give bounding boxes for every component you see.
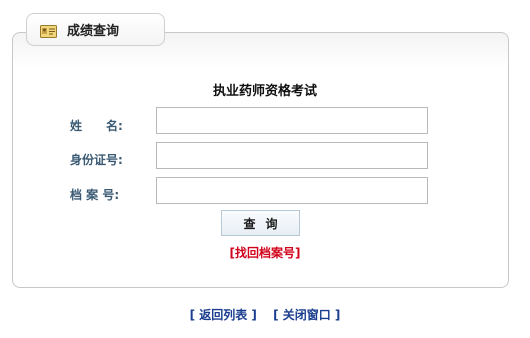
back-to-list-link[interactable]: [ 返回列表 ] — [190, 308, 257, 322]
form-title: 执业药师资格考试 — [212, 84, 317, 99]
name-input[interactable] — [156, 107, 428, 134]
id-card-icon — [40, 23, 57, 38]
tab-score-query[interactable]: 成绩查询 — [26, 13, 165, 46]
tab-label: 成绩查询 — [67, 24, 120, 39]
footer-links: [ 返回列表 ] [ 关闭窗口 ] — [0, 306, 530, 323]
query-button[interactable]: 查询 — [221, 210, 300, 236]
file-number-input[interactable] — [156, 177, 428, 204]
file-number-label: 档 案 号: — [70, 188, 120, 202]
id-number-label: 身份证号: — [70, 153, 123, 167]
find-file-number-link[interactable]: [找回档案号] — [0, 244, 530, 261]
close-window-link[interactable]: [ 关闭窗口 ] — [273, 308, 340, 322]
name-label: 姓 名: — [70, 119, 123, 133]
id-number-input[interactable] — [156, 142, 428, 169]
